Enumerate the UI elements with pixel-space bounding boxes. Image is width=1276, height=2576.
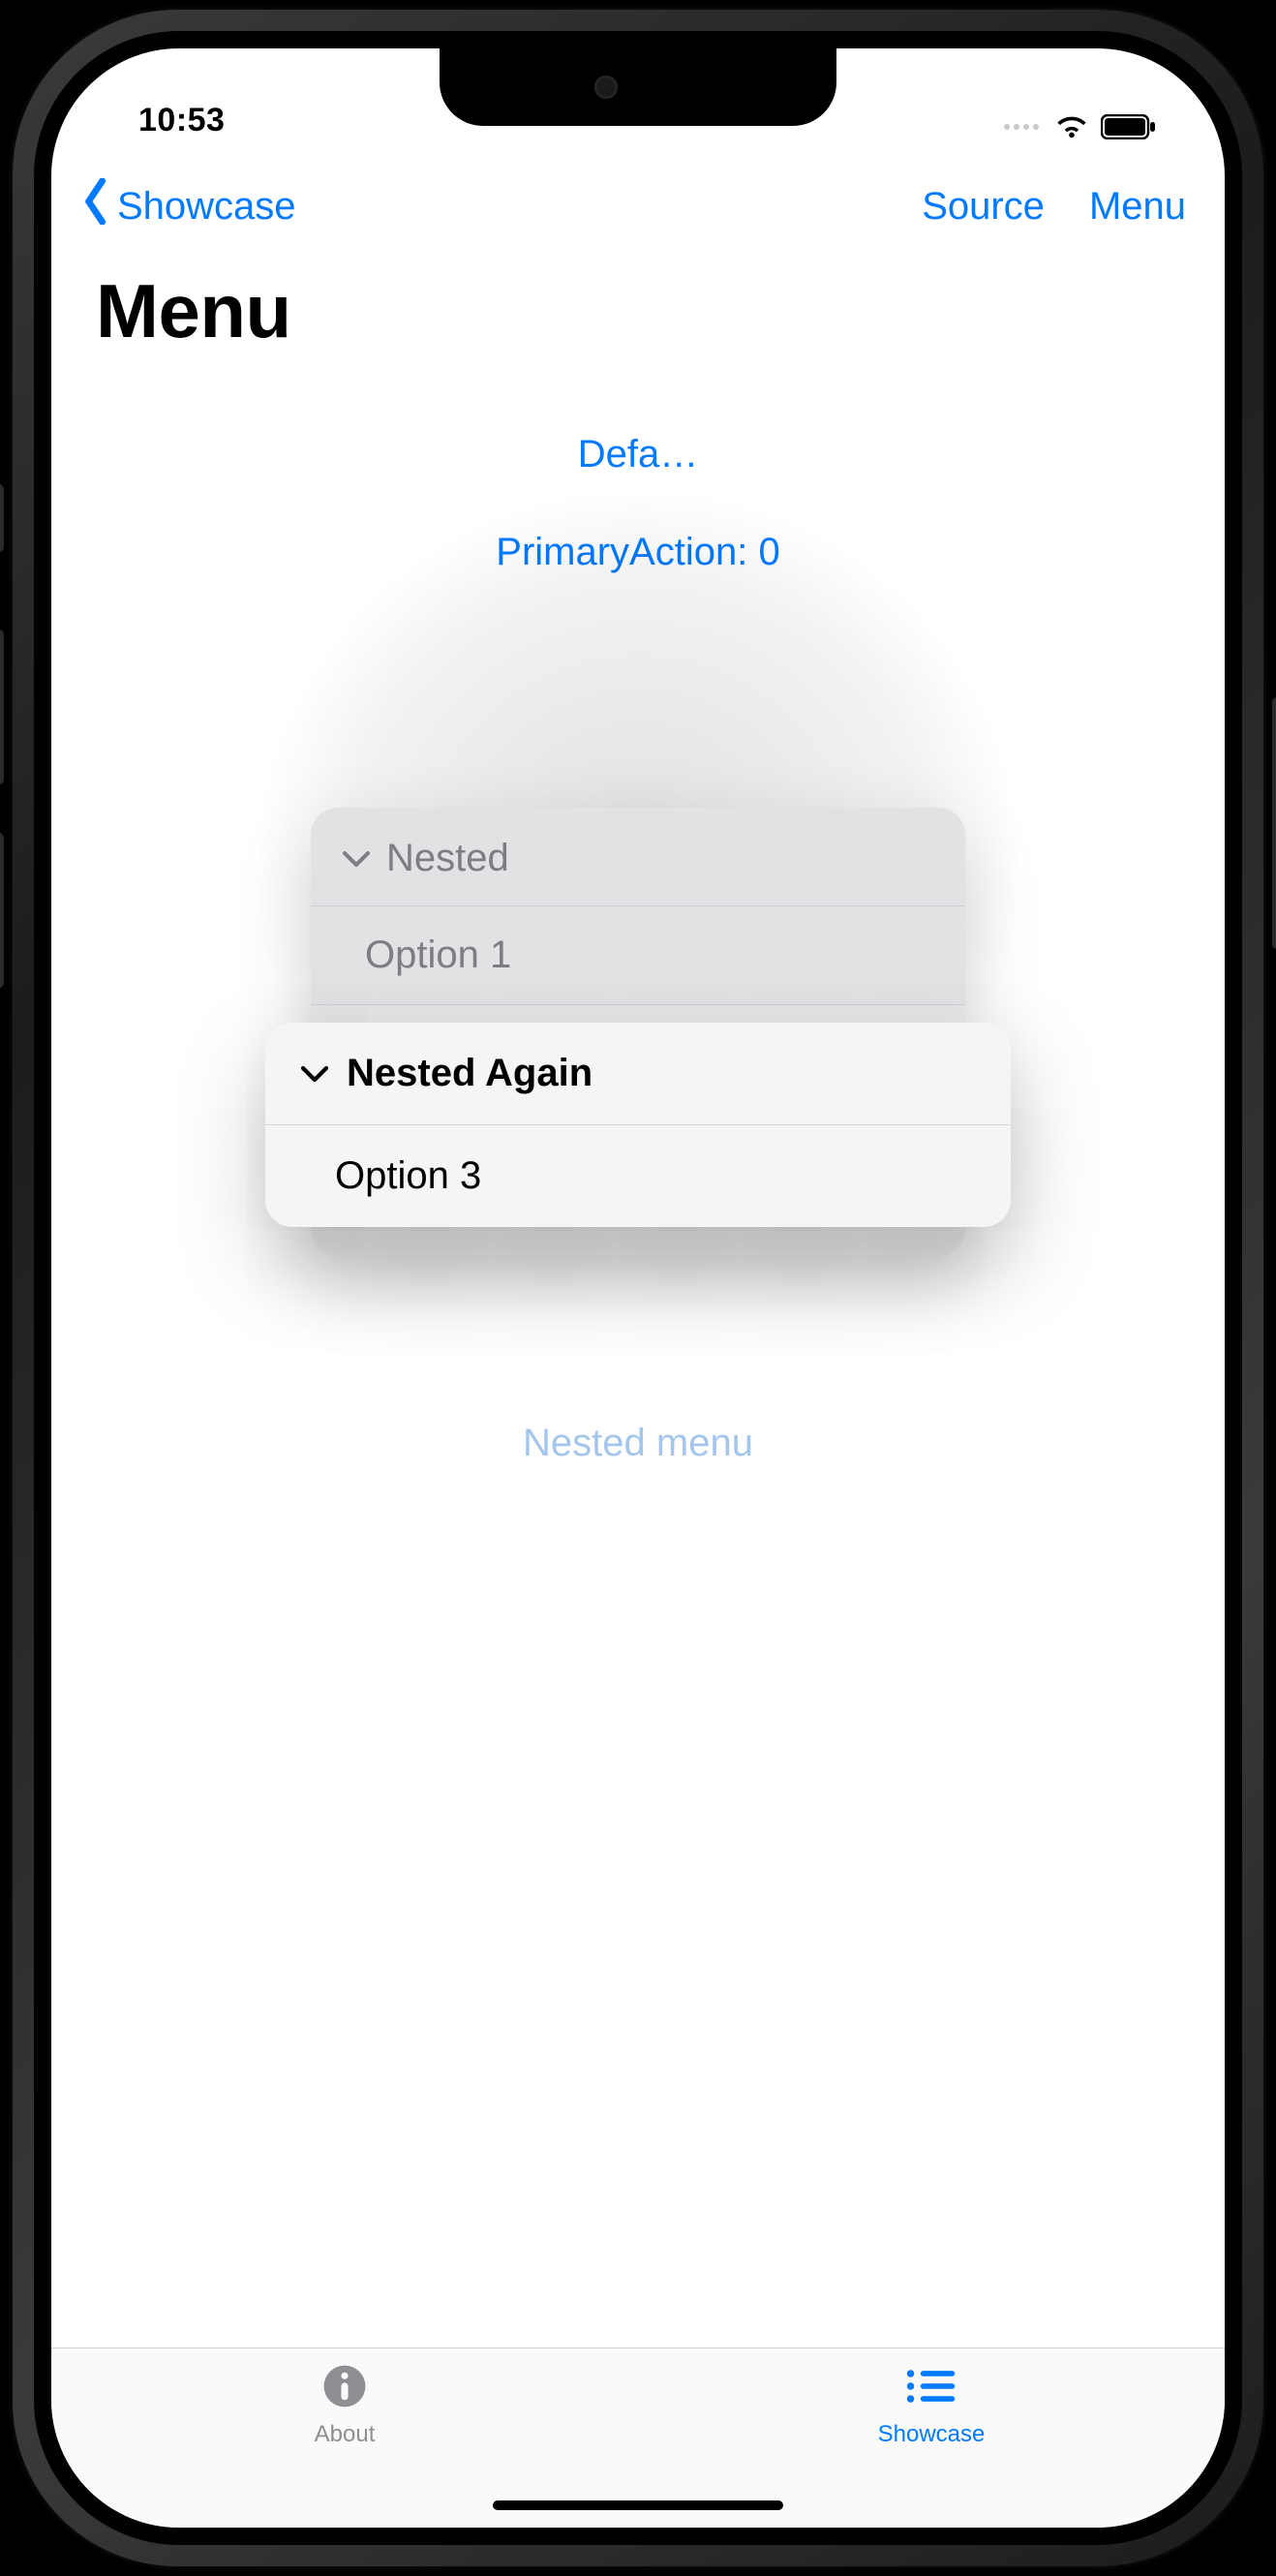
menu-option-3-label: Option 3 [335,1154,481,1198]
nested-again-menu: Nested Again Option 3 [265,1023,1011,1227]
nested-menu-header-label: Nested [386,837,509,880]
menu-button[interactable]: Menu [1089,185,1186,229]
tab-about-label: About [315,2421,376,2448]
volume-up-button [0,629,4,784]
menu-option-3[interactable]: Option 3 [265,1125,1011,1227]
source-button[interactable]: Source [922,185,1045,229]
primary-action-link[interactable]: PrimaryAction: 0 [51,531,1225,574]
cellular-dots-icon [1004,124,1039,130]
back-button[interactable]: Showcase [80,178,296,234]
chevron-left-icon [80,178,113,234]
status-time: 10:53 [138,102,225,139]
nested-menu-option-1-label: Option 1 [365,934,511,976]
nested-again-label: Nested Again [347,1052,592,1095]
tab-showcase-label: Showcase [878,2421,986,2448]
silence-switch [0,484,4,552]
battery-icon [1101,114,1157,139]
notch [440,48,836,126]
default-link[interactable]: Defa… [51,433,1225,476]
info-circle-icon [318,2362,372,2415]
back-label: Showcase [117,185,296,229]
screen: 10:53 [51,48,1225,2528]
nested-menu-link-dimmed: Nested menu [51,1422,1225,1465]
device-frame: 10:53 [0,0,1276,2576]
nested-menu-header[interactable]: Nested [311,808,965,906]
home-indicator[interactable] [493,2500,783,2510]
page-title: Menu [51,244,1225,375]
nav-bar: Showcase Source Menu [51,145,1225,244]
chevron-down-icon [342,846,371,872]
chevron-down-icon [300,1061,329,1087]
power-button [1272,697,1276,949]
nested-menu-option-1[interactable]: Option 1 [311,906,965,1004]
nested-again-header[interactable]: Nested Again [265,1023,1011,1124]
wifi-icon [1054,114,1089,139]
volume-down-button [0,833,4,988]
list-bullet-icon [904,2362,958,2415]
